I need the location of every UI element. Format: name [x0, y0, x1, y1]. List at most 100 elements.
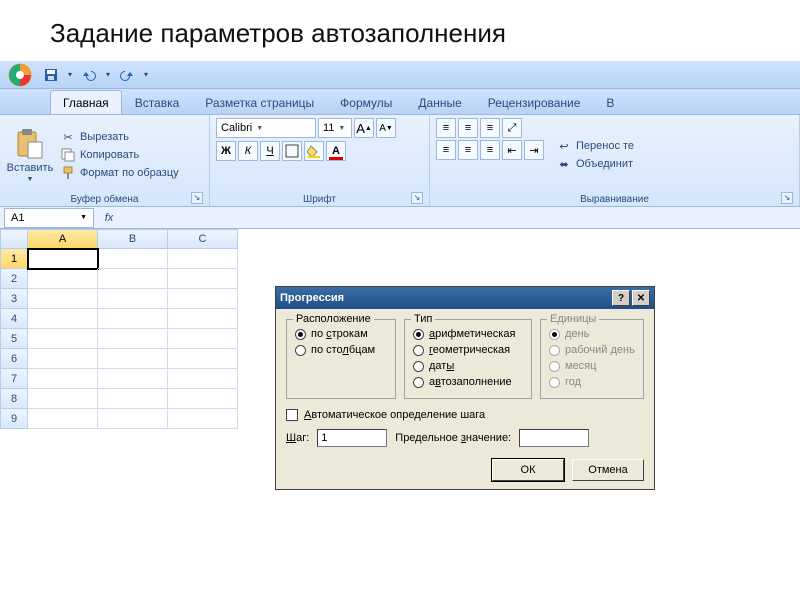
cell[interactable]	[28, 309, 98, 329]
row-header[interactable]: 8	[0, 389, 28, 409]
cell[interactable]	[168, 349, 238, 369]
cell[interactable]	[28, 329, 98, 349]
cell[interactable]	[98, 309, 168, 329]
row-header[interactable]: 3	[0, 289, 28, 309]
cell[interactable]	[28, 409, 98, 429]
tab-formulas[interactable]: Формулы	[327, 90, 405, 114]
row-header[interactable]: 6	[0, 349, 28, 369]
cell[interactable]	[98, 289, 168, 309]
tab-view[interactable]: В	[593, 90, 627, 114]
dialog-titlebar[interactable]: Прогрессия ? ✕	[276, 287, 654, 309]
row-header[interactable]: 4	[0, 309, 28, 329]
tab-home[interactable]: Главная	[50, 90, 122, 114]
col-header[interactable]: C	[168, 229, 238, 249]
font-name-combo[interactable]: Calibri▼	[216, 118, 316, 138]
cell[interactable]	[98, 269, 168, 289]
checkbox-autostep[interactable]: Автоматическое определение шага	[286, 409, 644, 421]
tab-review[interactable]: Рецензирование	[475, 90, 594, 114]
cell[interactable]	[98, 249, 168, 269]
ok-button[interactable]: ОК	[492, 459, 564, 481]
dialog-launcher-icon[interactable]: ↘	[781, 192, 793, 204]
save-icon[interactable]	[42, 66, 60, 84]
undo-dropdown-icon[interactable]: ▾	[104, 66, 112, 84]
cell[interactable]	[98, 369, 168, 389]
copy-button[interactable]: Копировать	[60, 147, 179, 163]
row-header[interactable]: 2	[0, 269, 28, 289]
shrink-font-button[interactable]: A▼	[376, 118, 396, 138]
orientation-button[interactable]: ⤢	[502, 118, 522, 138]
radio-icon	[549, 329, 560, 340]
wrap-text-button[interactable]: ↩Перенос те	[556, 138, 634, 154]
cell[interactable]	[168, 369, 238, 389]
radio-dates[interactable]: даты	[413, 358, 523, 374]
dialog-launcher-icon[interactable]: ↘	[411, 192, 423, 204]
cell[interactable]	[168, 329, 238, 349]
dialog-launcher-icon[interactable]: ↘	[191, 192, 203, 204]
align-middle-button[interactable]: ≡	[458, 118, 478, 138]
cell[interactable]	[168, 249, 238, 269]
font-size-combo[interactable]: 11▼	[318, 118, 352, 138]
indent-inc-button[interactable]: ⇥	[524, 140, 544, 160]
radio-icon	[549, 345, 560, 356]
limit-input[interactable]	[519, 429, 589, 447]
indent-dec-button[interactable]: ⇤	[502, 140, 522, 160]
tab-data[interactable]: Данные	[405, 90, 474, 114]
save-dropdown-icon[interactable]: ▾	[66, 66, 74, 84]
bold-button[interactable]: Ж	[216, 141, 236, 161]
cell[interactable]	[168, 409, 238, 429]
close-button[interactable]: ✕	[632, 290, 650, 306]
cell[interactable]	[168, 289, 238, 309]
radio-by-rows[interactable]: по строкам	[295, 326, 387, 342]
cancel-button[interactable]: Отмена	[572, 459, 644, 481]
cell[interactable]	[98, 409, 168, 429]
cell[interactable]	[28, 269, 98, 289]
cell[interactable]	[168, 309, 238, 329]
radio-by-cols[interactable]: по столбцам	[295, 342, 387, 358]
cell[interactable]	[168, 269, 238, 289]
tab-layout[interactable]: Разметка страницы	[192, 90, 327, 114]
help-button[interactable]: ?	[612, 290, 630, 306]
font-color-button[interactable]: A	[326, 141, 346, 161]
radio-geometric[interactable]: геометрическая	[413, 342, 523, 358]
border-button[interactable]	[282, 141, 302, 161]
align-top-button[interactable]: ≡	[436, 118, 456, 138]
row-header[interactable]: 1	[0, 249, 28, 269]
paste-button[interactable]: Вставить ▼	[6, 118, 54, 192]
undo-icon[interactable]	[80, 66, 98, 84]
fx-icon[interactable]: fx	[98, 212, 120, 224]
qat-customize-icon[interactable]: ▾	[142, 66, 150, 84]
cell[interactable]	[28, 289, 98, 309]
col-header[interactable]: A	[28, 229, 98, 249]
radio-arithmetic[interactable]: арифметическая	[413, 326, 523, 342]
format-painter-button[interactable]: Формат по образцу	[60, 165, 179, 181]
underline-button[interactable]: Ч	[260, 141, 280, 161]
cell[interactable]	[98, 329, 168, 349]
row-header[interactable]: 7	[0, 369, 28, 389]
row-header[interactable]: 9	[0, 409, 28, 429]
align-right-button[interactable]: ≡	[480, 140, 500, 160]
office-button[interactable]	[4, 62, 36, 88]
cell[interactable]	[28, 369, 98, 389]
radio-autofill[interactable]: автозаполнение	[413, 374, 523, 390]
align-left-button[interactable]: ≡	[436, 140, 456, 160]
cell[interactable]	[98, 389, 168, 409]
row-header[interactable]: 5	[0, 329, 28, 349]
italic-button[interactable]: К	[238, 141, 258, 161]
name-box[interactable]: A1▼	[4, 208, 94, 228]
col-header[interactable]: B	[98, 229, 168, 249]
align-center-button[interactable]: ≡	[458, 140, 478, 160]
cell[interactable]	[28, 349, 98, 369]
merge-button[interactable]: ⬌Объединит	[556, 156, 634, 172]
cell[interactable]	[98, 349, 168, 369]
cut-button[interactable]: ✂Вырезать	[60, 129, 179, 145]
grow-font-button[interactable]: A▲	[354, 118, 374, 138]
step-input[interactable]: 1	[317, 429, 387, 447]
fill-color-button[interactable]	[304, 141, 324, 161]
select-all-corner[interactable]	[0, 229, 28, 249]
tab-insert[interactable]: Вставка	[122, 90, 193, 114]
cell[interactable]	[168, 389, 238, 409]
cell[interactable]	[28, 389, 98, 409]
cell-A1[interactable]	[28, 249, 98, 269]
redo-icon[interactable]	[118, 66, 136, 84]
align-bottom-button[interactable]: ≡	[480, 118, 500, 138]
